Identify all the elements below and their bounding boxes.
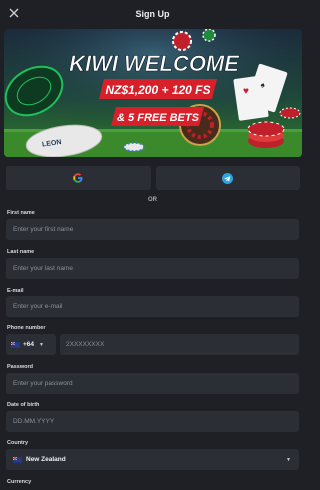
last-name-label: Last name	[7, 249, 35, 255]
phone-code-select[interactable]: +64 ▼	[6, 334, 56, 355]
header: Sign Up	[0, 0, 305, 28]
or-divider: OR	[148, 197, 157, 203]
email-label: E-mail	[7, 288, 24, 294]
new-zealand-flag-icon	[11, 341, 20, 348]
email-placeholder: Enter your e-mail	[13, 303, 63, 310]
svg-text:♥: ♥	[243, 86, 249, 97]
phone-label: Phone number	[7, 325, 46, 331]
phone-number-field[interactable]: 2XXXXXXXX	[60, 334, 299, 355]
close-button[interactable]	[5, 4, 23, 22]
telegram-login-button[interactable]	[155, 166, 300, 190]
password-field[interactable]: Enter your password	[6, 373, 299, 394]
dob-placeholder: DD.MM.YYYY	[13, 418, 55, 425]
phone-code-value: +64	[23, 341, 35, 348]
close-icon	[9, 8, 19, 18]
country-select[interactable]: New Zealand ▼	[6, 449, 299, 470]
dob-field[interactable]: DD.MM.YYYY	[6, 411, 299, 432]
password-label: Password	[7, 364, 33, 370]
phone-number-placeholder: 2XXXXXXXX	[66, 341, 105, 348]
first-name-field[interactable]: Enter your first name	[6, 219, 299, 240]
first-name-label: First name	[7, 210, 35, 216]
email-field[interactable]: Enter your e-mail	[6, 296, 299, 317]
currency-label: Currency	[7, 479, 32, 485]
chevron-down-icon: ▼	[286, 456, 291, 463]
promo-banner[interactable]: LEON ♥ ♠ KIWI WELCOME NZ$1,200 + 120 FS …	[4, 29, 302, 157]
chevron-down-icon: ▼	[39, 341, 44, 348]
page-title: Sign Up	[135, 9, 170, 19]
country-label: Country	[7, 440, 29, 446]
google-login-button[interactable]	[6, 166, 151, 190]
dob-label: Date of birth	[7, 402, 40, 408]
new-zealand-flag-icon	[13, 456, 22, 463]
banner-headline: KIWI WELCOME	[69, 51, 240, 76]
telegram-icon	[222, 172, 234, 184]
last-name-field[interactable]: Enter your last name	[6, 258, 299, 279]
country-value: New Zealand	[26, 456, 66, 463]
social-login-row	[6, 166, 300, 190]
google-icon	[73, 173, 83, 183]
banner-offer: NZ$1,200 + 120 FS	[105, 83, 210, 97]
banner-bets: & 5 FREE BETS	[117, 112, 200, 124]
last-name-placeholder: Enter your last name	[13, 265, 73, 272]
casino-chip-image	[172, 31, 192, 51]
first-name-placeholder: Enter your first name	[13, 226, 74, 233]
password-placeholder: Enter your password	[13, 380, 73, 387]
